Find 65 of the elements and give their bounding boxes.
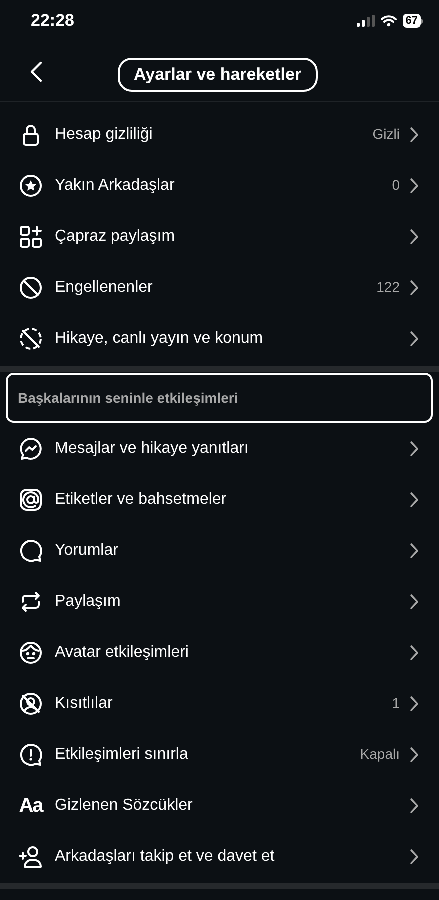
avatar-face-icon xyxy=(19,640,43,664)
item-label: Arkadaşları takip et ve davet et xyxy=(55,846,276,866)
section-header: Başkalarının seninle etkileşimleri xyxy=(6,373,433,423)
item-value: Gizli xyxy=(372,125,400,144)
settings-item[interactable]: Kısıtlılar 1 xyxy=(0,678,439,729)
page-title: Ayarlar ve hareketler xyxy=(118,58,318,92)
settings-item[interactable]: Hikaye, canlı yayın ve konum xyxy=(0,313,439,364)
blocked-icon xyxy=(19,276,43,300)
chevron-icon xyxy=(410,594,419,610)
dashed-circle-off-icon xyxy=(19,326,43,350)
chevron-icon xyxy=(410,848,419,864)
grid-plus-icon xyxy=(19,224,43,248)
messenger-icon xyxy=(19,436,43,460)
item-label: Gizlenen Sözcükler xyxy=(55,796,194,816)
item-label: Avatar etkileşimleri xyxy=(55,642,190,662)
chevron-icon xyxy=(410,228,419,244)
chevron-icon xyxy=(410,330,419,346)
item-label: Etiketler ve bahsetmeler xyxy=(55,490,228,510)
settings-item[interactable]: Engellenenler 122 xyxy=(0,262,439,313)
settings-item[interactable]: Yorumlar xyxy=(0,525,439,576)
item-label: Mesajlar ve hikaye yanıtları xyxy=(55,438,250,458)
chevron-icon xyxy=(410,178,419,194)
settings-item[interactable]: Aa Gizlenen Sözcükler xyxy=(0,780,439,831)
settings-item[interactable]: Etiketler ve bahsetmeler xyxy=(0,474,439,525)
wifi-icon xyxy=(380,15,397,27)
chevron-icon xyxy=(410,542,419,558)
comment-icon xyxy=(19,538,43,562)
chevron-icon xyxy=(410,746,419,762)
at-sign-icon xyxy=(19,488,43,512)
item-label: Çapraz paylaşım xyxy=(55,226,176,246)
chevron-icon xyxy=(410,440,419,456)
add-person-icon xyxy=(19,844,43,868)
item-value: 0 xyxy=(392,176,400,195)
settings-item[interactable]: Paylaşım xyxy=(0,576,439,627)
item-label: Engellenenler xyxy=(55,278,154,298)
settings-item[interactable]: Mesajlar ve hikaye yanıtları xyxy=(0,423,439,474)
chevron-icon xyxy=(410,126,419,142)
item-label: Hesap gizliliği xyxy=(55,124,154,144)
item-label: Yakın Arkadaşlar xyxy=(55,176,176,196)
chevron-icon xyxy=(410,280,419,296)
settings-item[interactable]: Yakın Arkadaşlar 0 xyxy=(0,160,439,211)
item-value: 1 xyxy=(392,694,400,713)
status-time: 22:28 xyxy=(31,10,74,32)
repost-icon xyxy=(19,590,43,614)
settings-item[interactable]: Avatar etkileşimleri xyxy=(0,627,439,678)
item-value: Kapalı xyxy=(360,745,400,764)
chevron-icon xyxy=(410,696,419,712)
battery-indicator: 67 xyxy=(402,14,423,28)
item-label: Hikaye, canlı yayın ve konum xyxy=(55,328,264,348)
chevron-icon xyxy=(410,798,419,814)
item-value: 122 xyxy=(376,278,400,297)
settings-item[interactable]: Hesap gizliliği Gizli xyxy=(0,109,439,160)
item-label: Yorumlar xyxy=(55,540,120,560)
restricted-icon xyxy=(19,692,43,716)
alert-comment-icon xyxy=(19,742,43,766)
settings-item[interactable]: Çapraz paylaşım xyxy=(0,211,439,262)
item-label: Paylaşım xyxy=(55,592,122,612)
settings-item[interactable]: Arkadaşları takip et ve davet et xyxy=(0,831,439,882)
signal-icon xyxy=(356,15,375,27)
item-label: Etkileşimleri sınırla xyxy=(55,744,190,764)
settings-item[interactable]: Etkileşimleri sınırla Kapalı xyxy=(0,729,439,780)
item-label: Kısıtlılar xyxy=(55,694,114,714)
chevron-icon xyxy=(410,644,419,660)
text-size-icon: Aa xyxy=(19,796,43,816)
chevron-icon xyxy=(410,492,419,508)
